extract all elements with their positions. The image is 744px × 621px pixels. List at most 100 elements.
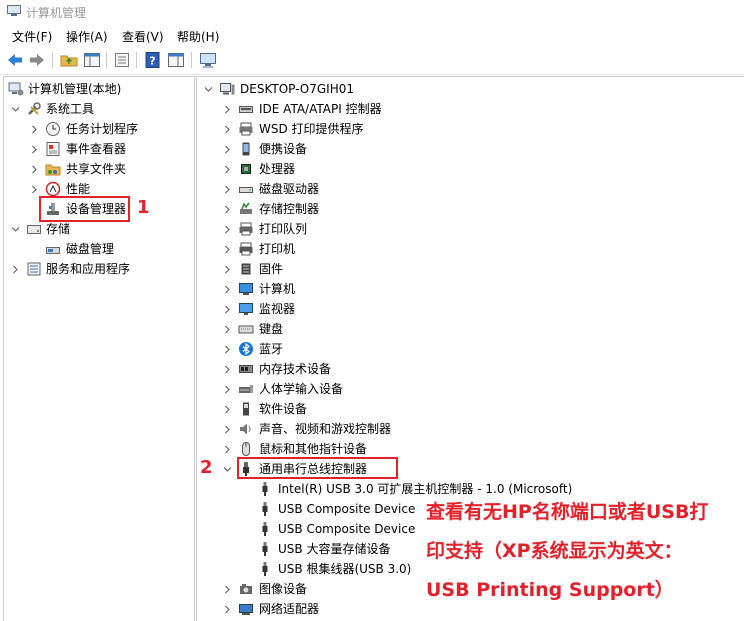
chevron-right-icon[interactable]: [223, 185, 232, 194]
device-category[interactable]: 磁盘驱动器: [197, 179, 743, 199]
chevron-right-icon[interactable]: [223, 405, 232, 414]
toolbar-separator: [106, 52, 107, 68]
event-viewer-icon: [46, 142, 60, 156]
device-category[interactable]: 计算机: [197, 279, 743, 299]
tree-root[interactable]: 计算机管理(本地): [4, 79, 192, 99]
chevron-right-icon[interactable]: [223, 385, 232, 394]
device-category[interactable]: WSD 打印提供程序: [197, 119, 743, 139]
step-number-1: 1: [137, 197, 150, 218]
device-category-label: 计算机: [259, 282, 296, 296]
device-category[interactable]: 打印机: [197, 239, 743, 259]
device-category[interactable]: 内存技术设备: [197, 359, 743, 379]
chevron-down-icon[interactable]: [11, 225, 20, 234]
tree-item-label: 存储: [46, 222, 71, 236]
processor-icon: [241, 164, 251, 174]
menu-action[interactable]: 操作(A): [66, 28, 108, 45]
device-category[interactable]: 便携设备: [197, 139, 743, 159]
software-device-icon: [243, 402, 249, 416]
toolbar-separator: [191, 52, 192, 68]
menu-file[interactable]: 文件(F): [12, 28, 52, 45]
chevron-right-icon[interactable]: [223, 605, 232, 614]
computer-icon: [220, 83, 235, 95]
chevron-right-icon[interactable]: [223, 205, 232, 214]
tree-item-label: 共享文件夹: [66, 162, 127, 176]
device-category[interactable]: 蓝牙: [197, 339, 743, 359]
chevron-right-icon[interactable]: [30, 165, 39, 174]
device-category[interactable]: 软件设备: [197, 399, 743, 419]
usb-device-label: USB Composite Device: [278, 502, 416, 516]
computer-icon: [239, 283, 253, 295]
highlight-box-device-manager: [39, 196, 130, 222]
title-bar: 计算机管理: [0, 0, 744, 24]
chevron-right-icon[interactable]: [223, 265, 232, 274]
tree-item-label: 系统工具: [46, 102, 95, 116]
monitor-icon[interactable]: [199, 51, 217, 69]
chevron-right-icon[interactable]: [223, 145, 232, 154]
device-category[interactable]: 监视器: [197, 299, 743, 319]
chevron-right-icon[interactable]: [30, 125, 39, 134]
device-category[interactable]: 固件: [197, 259, 743, 279]
forward-arrow-icon[interactable]: [28, 51, 46, 69]
chevron-right-icon[interactable]: [223, 425, 232, 434]
chevron-right-icon[interactable]: [223, 345, 232, 354]
tree-item-disk-management[interactable]: 磁盘管理: [4, 239, 192, 259]
chevron-right-icon[interactable]: [223, 165, 232, 174]
chevron-right-icon[interactable]: [223, 105, 232, 114]
device-category[interactable]: 声音、视频和游戏控制器: [197, 419, 743, 439]
shared-folder-icon: [45, 164, 61, 176]
chevron-down-icon[interactable]: [204, 85, 213, 94]
storage-controller-icon: [240, 202, 252, 214]
device-category[interactable]: 人体学输入设备: [197, 379, 743, 399]
tree-item-shared-folders[interactable]: 共享文件夹: [4, 159, 192, 179]
tools-icon: [28, 102, 41, 115]
action-pane-icon[interactable]: [167, 51, 185, 69]
device-category-label: 蓝牙: [259, 342, 284, 356]
device-category-label: 处理器: [259, 162, 296, 176]
help-icon[interactable]: ?: [144, 51, 162, 69]
device-category[interactable]: 鼠标和其他指针设备: [197, 439, 743, 459]
chevron-right-icon[interactable]: [223, 225, 232, 234]
chevron-down-icon[interactable]: [223, 465, 232, 474]
disk-management-icon: [46, 247, 60, 254]
tree-item-storage[interactable]: 存储: [4, 219, 192, 239]
properties-icon[interactable]: [113, 51, 131, 69]
device-tree-root[interactable]: DESKTOP-O7GIH01: [197, 79, 743, 99]
tree-item-system-tools[interactable]: 系统工具: [4, 99, 192, 119]
ide-controller-icon: [239, 106, 253, 113]
annotation-line: 印支持（XP系统显示为英文：: [426, 540, 683, 562]
menu-view[interactable]: 查看(V): [122, 28, 164, 45]
chevron-right-icon[interactable]: [223, 445, 232, 454]
menu-help[interactable]: 帮助(H): [177, 28, 219, 45]
window-title: 计算机管理: [26, 6, 87, 20]
chevron-right-icon[interactable]: [223, 245, 232, 254]
clock-icon: [46, 122, 60, 136]
chevron-right-icon[interactable]: [11, 265, 20, 274]
usb-plug-icon: [262, 502, 268, 516]
usb-device-label: USB Composite Device: [278, 522, 416, 536]
chevron-right-icon[interactable]: [30, 185, 39, 194]
chevron-right-icon[interactable]: [223, 305, 232, 314]
tree-item-event-viewer[interactable]: 事件查看器: [4, 139, 192, 159]
device-category[interactable]: IDE ATA/ATAPI 控制器: [197, 99, 743, 119]
chevron-right-icon[interactable]: [223, 285, 232, 294]
device-category[interactable]: 处理器: [197, 159, 743, 179]
up-folder-icon[interactable]: [60, 51, 78, 69]
device-category[interactable]: 打印队列: [197, 219, 743, 239]
tree-item-services[interactable]: 服务和应用程序: [4, 259, 192, 279]
audio-icon: [240, 423, 251, 435]
disk-drive-icon: [239, 187, 253, 193]
chevron-right-icon[interactable]: [223, 325, 232, 334]
chevron-down-icon[interactable]: [11, 105, 20, 114]
chevron-right-icon[interactable]: [30, 145, 39, 154]
usb-device-label: USB 大容量存储设备: [278, 542, 391, 556]
device-category[interactable]: 键盘: [197, 319, 743, 339]
device-category-label: WSD 打印提供程序: [259, 122, 364, 136]
back-arrow-icon[interactable]: [6, 51, 24, 69]
computer-management-icon: [7, 5, 21, 16]
chevron-right-icon[interactable]: [223, 125, 232, 134]
tree-item-task-scheduler[interactable]: 任务计划程序: [4, 119, 192, 139]
device-category[interactable]: 存储控制器: [197, 199, 743, 219]
chevron-right-icon[interactable]: [223, 365, 232, 374]
show-tree-icon[interactable]: [83, 51, 101, 69]
chevron-right-icon[interactable]: [223, 585, 232, 594]
